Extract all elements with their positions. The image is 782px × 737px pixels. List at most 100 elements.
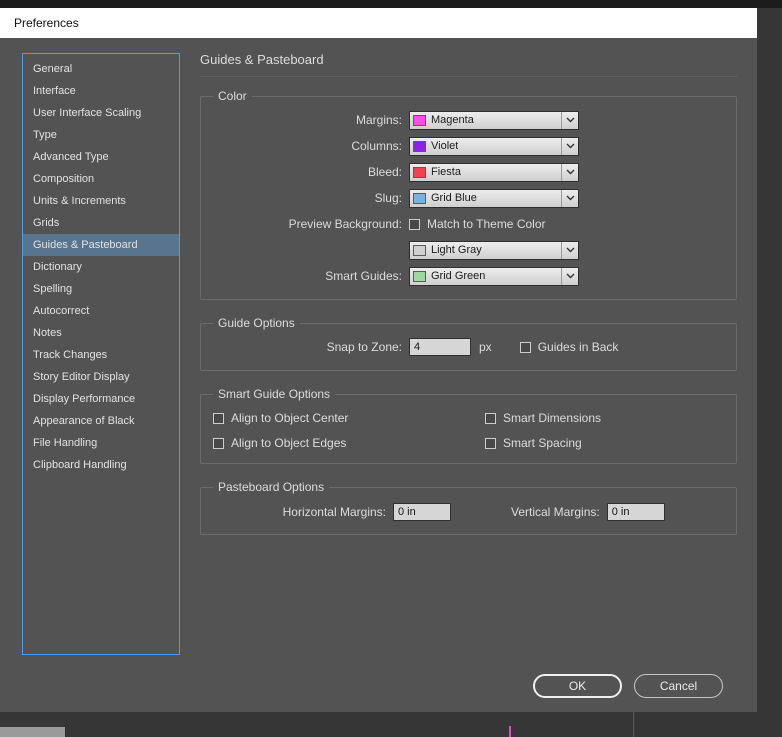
align-object-edges-checkbox[interactable]	[213, 437, 224, 449]
columns-color-value: Violet	[431, 140, 459, 152]
color-section-title: Color	[218, 89, 247, 103]
preview-background-color-dropdown[interactable]: Light Gray	[409, 240, 579, 260]
preferences-category-list: General Interface User Interface Scaling…	[22, 53, 180, 655]
columns-color-dropdown[interactable]: Violet	[409, 136, 579, 156]
bleed-color-dropdown[interactable]: Fiesta	[409, 162, 579, 182]
sidebar-item-display-performance[interactable]: Display Performance	[23, 388, 179, 410]
vertical-margins-label: Vertical Margins:	[511, 505, 600, 519]
chevron-down-icon	[561, 111, 578, 129]
color-section: Color Margins: Magenta Columns: Violet B…	[200, 89, 737, 300]
bleed-color-value: Fiesta	[431, 166, 461, 178]
snap-to-zone-row: Snap to Zone: px Guides in Back	[211, 334, 726, 360]
desktop-artifact-edge	[65, 727, 66, 737]
desktop-top-strip	[0, 0, 782, 8]
align-object-center-checkbox[interactable]	[213, 412, 224, 424]
sidebar-item-user-interface-scaling[interactable]: User Interface Scaling	[23, 102, 179, 124]
guide-options-section: Guide Options Snap to Zone: px Guides in…	[200, 316, 737, 371]
dialog-button-row: OK Cancel	[533, 674, 723, 698]
slug-color-row: Slug: Grid Blue	[211, 185, 726, 211]
ok-button[interactable]: OK	[533, 674, 622, 698]
sidebar-item-type[interactable]: Type	[23, 124, 179, 146]
chevron-down-icon	[561, 163, 578, 181]
guides-pasteboard-panel: Guides & Pasteboard Color Margins: Magen…	[200, 52, 737, 551]
horizontal-margins-label: Horizontal Margins:	[282, 505, 386, 519]
desktop-artifact-page-edge	[633, 712, 634, 737]
slug-color-value: Grid Blue	[431, 192, 477, 204]
smart-dimensions-label: Smart Dimensions	[503, 411, 602, 425]
smart-guide-options-title: Smart Guide Options	[218, 387, 331, 401]
sidebar-item-clipboard-handling[interactable]: Clipboard Handling	[23, 454, 179, 476]
smart-guides-color-swatch	[413, 270, 426, 282]
sidebar-item-file-handling[interactable]: File Handling	[23, 432, 179, 454]
margins-color-swatch	[413, 114, 426, 126]
chevron-down-icon	[561, 137, 578, 155]
align-object-center-label: Align to Object Center	[231, 411, 349, 425]
chevron-down-icon	[561, 267, 578, 285]
desktop-artifact-magenta-guide	[509, 726, 511, 737]
sidebar-item-units-increments[interactable]: Units & Increments	[23, 190, 179, 212]
bleed-color-row: Bleed: Fiesta	[211, 159, 726, 185]
smart-guides-color-row: Smart Guides: Grid Green	[211, 263, 726, 289]
preview-background-label: Preview Background:	[288, 217, 402, 231]
chevron-down-icon	[561, 189, 578, 207]
sidebar-item-appearance-of-black[interactable]: Appearance of Black	[23, 410, 179, 432]
margins-color-dropdown[interactable]: Magenta	[409, 110, 579, 130]
sidebar-item-advanced-type[interactable]: Advanced Type	[23, 146, 179, 168]
page-title: Guides & Pasteboard	[200, 52, 737, 77]
sidebar-item-grids[interactable]: Grids	[23, 212, 179, 234]
horizontal-margins-input[interactable]	[393, 503, 451, 521]
match-theme-color-label: Match to Theme Color	[427, 217, 546, 231]
slug-label: Slug:	[374, 191, 402, 205]
preferences-dialog: General Interface User Interface Scaling…	[0, 38, 757, 712]
bleed-color-swatch	[413, 166, 426, 178]
pasteboard-options-section: Pasteboard Options Horizontal Margins: V…	[200, 480, 737, 535]
margins-color-value: Magenta	[431, 114, 474, 126]
align-object-edges-label: Align to Object Edges	[231, 436, 347, 450]
desktop-artifact-pasteboard	[0, 727, 65, 737]
guides-in-back-label: Guides in Back	[537, 340, 619, 354]
snap-to-zone-unit: px	[479, 340, 492, 354]
smart-guide-options-section: Smart Guide Options Align to Object Cent…	[200, 387, 737, 464]
align-object-center-option: Align to Object Center	[213, 411, 485, 425]
sidebar-item-interface[interactable]: Interface	[23, 80, 179, 102]
preview-background-row: Preview Background: Match to Theme Color	[211, 211, 726, 237]
guide-options-title: Guide Options	[218, 316, 295, 330]
smart-guides-color-dropdown[interactable]: Grid Green	[409, 266, 579, 286]
sidebar-item-notes[interactable]: Notes	[23, 322, 179, 344]
sidebar-item-story-editor-display[interactable]: Story Editor Display	[23, 366, 179, 388]
slug-color-swatch	[413, 192, 426, 204]
sidebar-item-spelling[interactable]: Spelling	[23, 278, 179, 300]
dialog-title: Preferences	[14, 16, 79, 30]
smart-dimensions-option: Smart Dimensions	[485, 411, 726, 425]
smart-dimensions-checkbox[interactable]	[485, 412, 496, 424]
smart-spacing-label: Smart Spacing	[503, 436, 582, 450]
match-theme-color-checkbox[interactable]	[409, 218, 420, 230]
margins-color-row: Margins: Magenta	[211, 107, 726, 133]
guides-in-back-checkbox[interactable]	[519, 341, 531, 353]
slug-color-dropdown[interactable]: Grid Blue	[409, 188, 579, 208]
columns-label: Columns:	[351, 139, 402, 153]
smart-guides-color-value: Grid Green	[431, 270, 486, 282]
sidebar-item-composition[interactable]: Composition	[23, 168, 179, 190]
chevron-down-icon	[561, 241, 578, 259]
pasteboard-options-title: Pasteboard Options	[218, 480, 325, 494]
cancel-button[interactable]: Cancel	[634, 674, 723, 698]
preview-background-color-row: Light Gray	[211, 237, 726, 263]
smart-spacing-option: Smart Spacing	[485, 436, 726, 450]
sidebar-item-guides-pasteboard[interactable]: Guides & Pasteboard	[23, 234, 179, 256]
margins-label: Margins:	[355, 113, 402, 127]
snap-to-zone-label: Snap to Zone:	[326, 340, 402, 354]
preview-background-color-value: Light Gray	[431, 244, 482, 256]
columns-color-swatch	[413, 140, 426, 152]
dialog-titlebar[interactable]: Preferences	[0, 8, 757, 38]
sidebar-item-autocorrect[interactable]: Autocorrect	[23, 300, 179, 322]
pasteboard-margins-row: Horizontal Margins: Vertical Margins:	[211, 498, 726, 524]
sidebar-item-dictionary[interactable]: Dictionary	[23, 256, 179, 278]
smart-guide-options-grid: Align to Object Center Smart Dimensions …	[211, 405, 726, 453]
vertical-margins-input[interactable]	[606, 503, 665, 521]
smart-spacing-checkbox[interactable]	[485, 437, 496, 449]
smart-guides-label: Smart Guides:	[325, 269, 402, 283]
sidebar-item-general[interactable]: General	[23, 58, 179, 80]
sidebar-item-track-changes[interactable]: Track Changes	[23, 344, 179, 366]
snap-to-zone-input[interactable]	[409, 338, 471, 356]
